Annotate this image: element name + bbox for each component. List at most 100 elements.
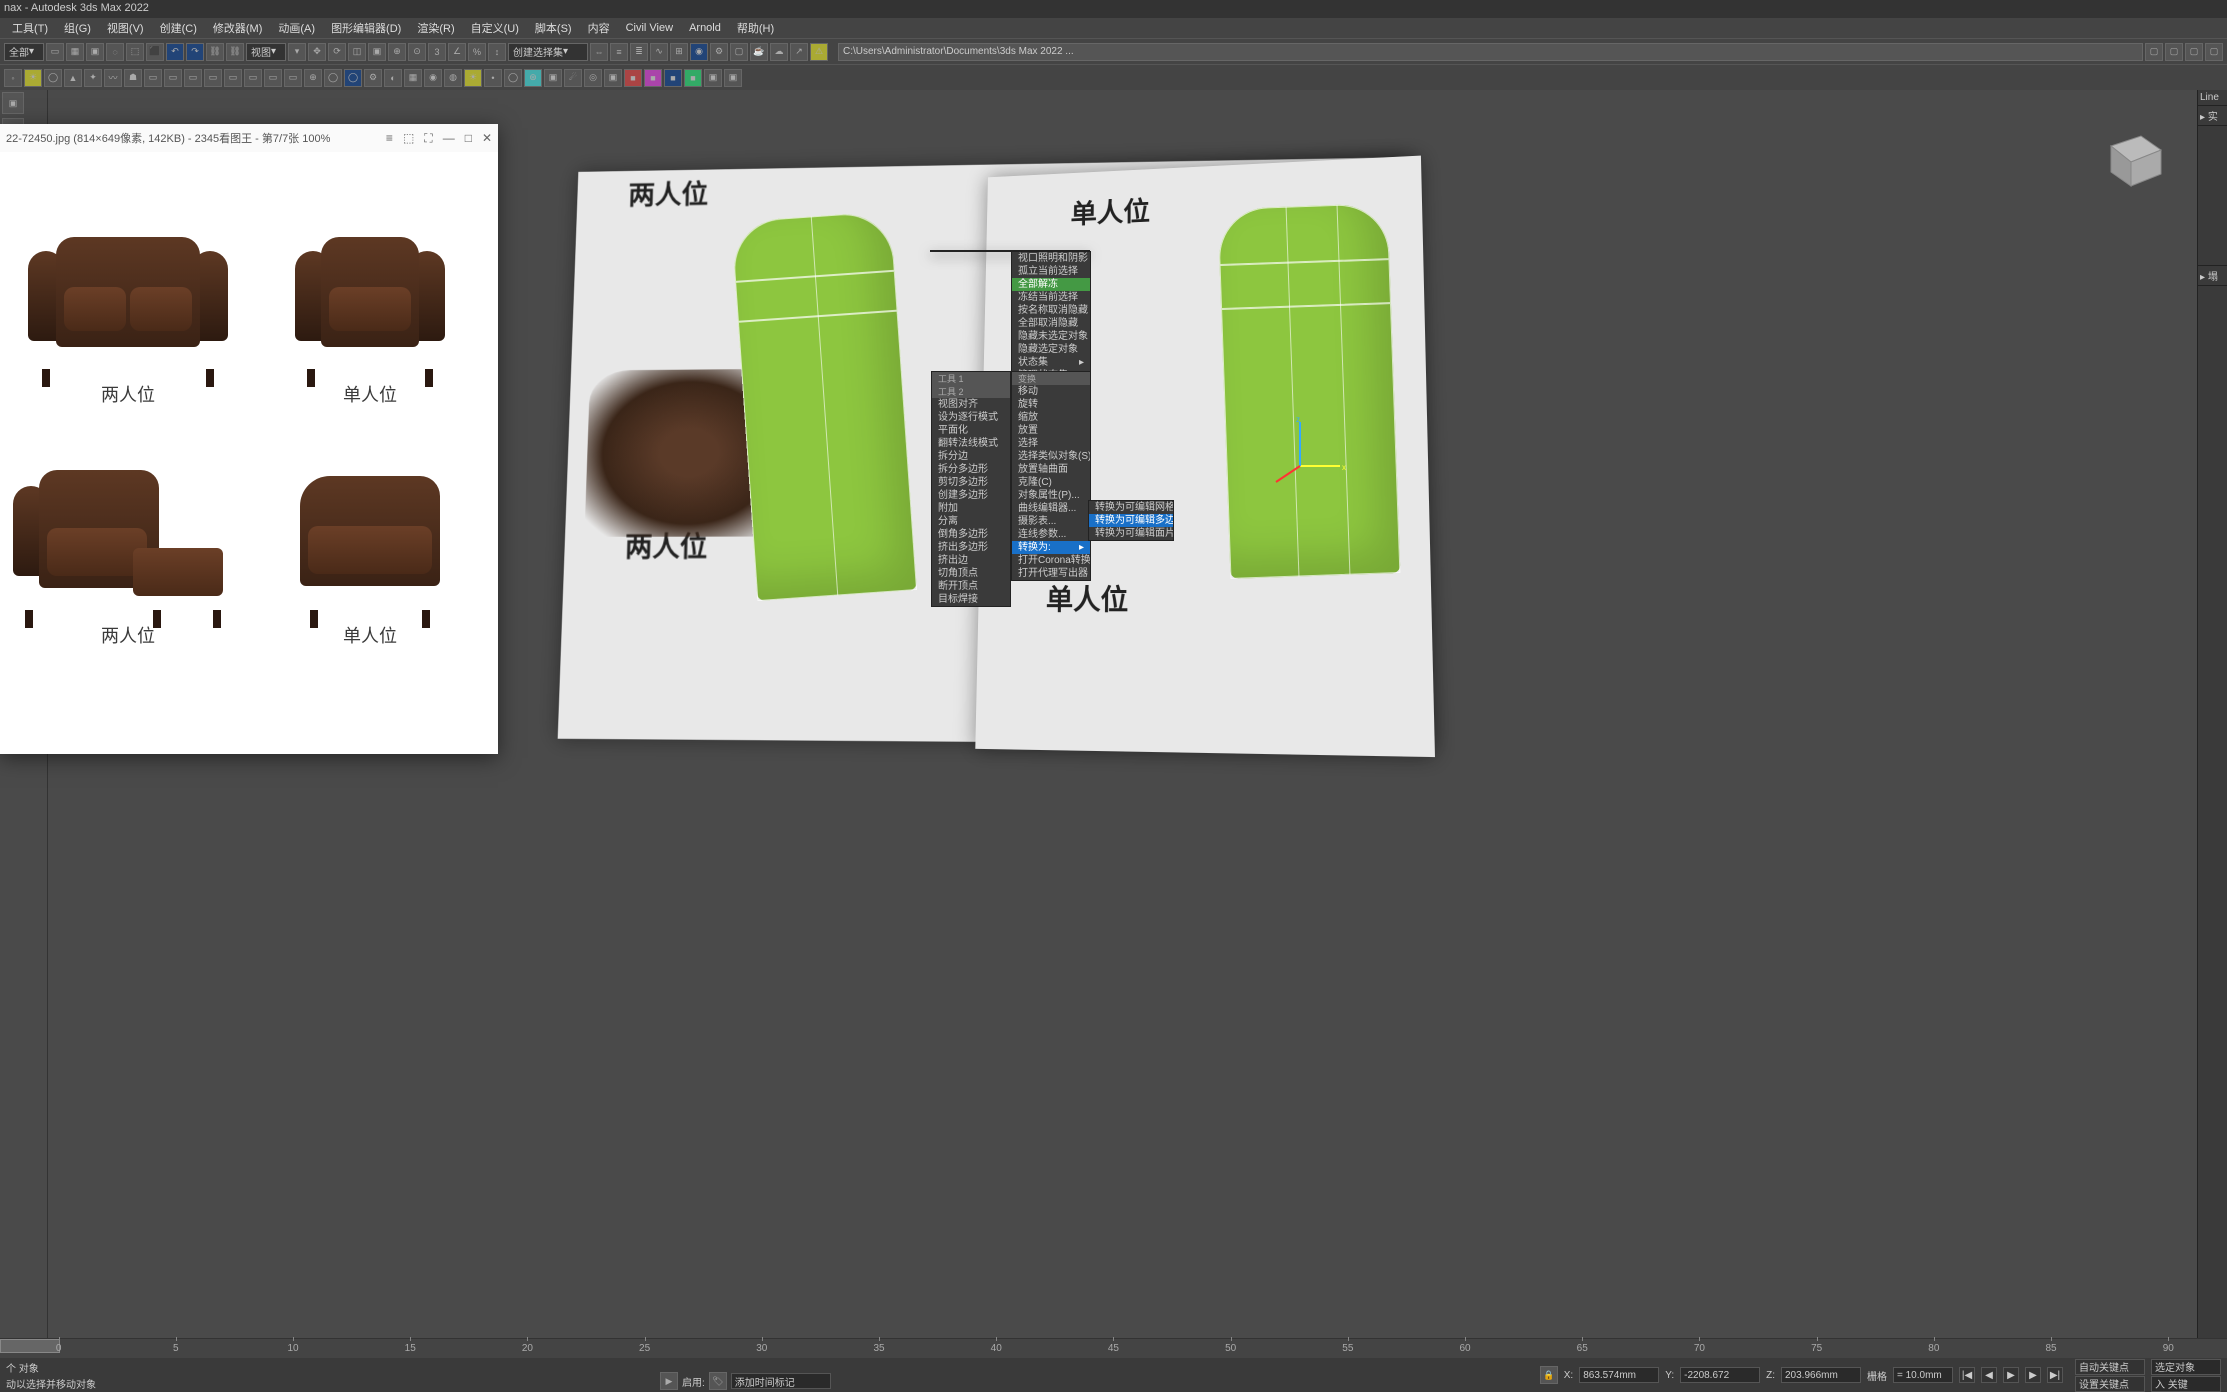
cm-r-3[interactable]: 放置 bbox=[1012, 424, 1090, 437]
t2-i-icon[interactable]: ⊕ bbox=[304, 69, 322, 87]
image-viewer-window[interactable]: 22-72450.jpg (814×649像素, 142KB) - 2345看图… bbox=[0, 124, 498, 754]
viewcube[interactable] bbox=[2091, 116, 2171, 196]
iv-restore-icon[interactable]: ⬚ bbox=[403, 131, 414, 146]
keyfilter-field[interactable]: 入 关键 bbox=[2151, 1376, 2221, 1392]
sm-editpatch[interactable]: 转换为可编辑面片 bbox=[1089, 527, 1173, 540]
selset-dropdown[interactable]: 创建选择集 ▾ bbox=[508, 43, 588, 61]
lock-icon[interactable]: 🔒 bbox=[1540, 1366, 1558, 1384]
menu-animation[interactable]: 动画(A) bbox=[272, 20, 321, 36]
cm-r-8[interactable]: 对象属性(P)... bbox=[1012, 489, 1090, 502]
menu-tools[interactable]: 工具(T) bbox=[6, 20, 54, 36]
named-sel-icon[interactable]: ▾ bbox=[288, 43, 306, 61]
menu-content[interactable]: 内容 bbox=[582, 20, 616, 36]
selobj-field[interactable]: 选定对象 bbox=[2151, 1359, 2221, 1375]
iv-titlebar[interactable]: 22-72450.jpg (814×649像素, 142KB) - 2345看图… bbox=[0, 124, 498, 152]
mirror-icon[interactable]: ⇔ bbox=[590, 43, 608, 61]
menu-view[interactable]: 视图(V) bbox=[101, 20, 150, 36]
poly-model-arm-right[interactable] bbox=[1218, 203, 1401, 579]
cm-unhide-all[interactable]: 全部取消隐藏 bbox=[1012, 317, 1090, 330]
cm-r-10[interactable]: 摄影表... bbox=[1012, 515, 1090, 528]
tick-85[interactable]: 85 bbox=[1992, 1343, 2109, 1354]
transform-gizmo[interactable]: x z bbox=[1270, 416, 1350, 496]
geometry-icon[interactable]: ▲ bbox=[64, 69, 82, 87]
cm-l-10[interactable]: 分离 bbox=[932, 515, 1010, 528]
matlib-icon[interactable]: ◉ bbox=[690, 43, 708, 61]
spinnersnap-icon[interactable]: ↕ bbox=[488, 43, 506, 61]
cm-l-9[interactable]: 附加 bbox=[932, 502, 1010, 515]
t2-e-icon[interactable]: ▭ bbox=[224, 69, 242, 87]
render-fb-icon[interactable]: ▢ bbox=[730, 43, 748, 61]
cm-r-11[interactable]: 连线参数... bbox=[1012, 528, 1090, 541]
percentsnap-icon[interactable]: % bbox=[468, 43, 486, 61]
menu-group[interactable]: 组(G) bbox=[58, 20, 97, 36]
lights-icon[interactable]: ☀ bbox=[24, 69, 42, 87]
iv-maximize-icon[interactable]: □ bbox=[465, 131, 472, 146]
tick-35[interactable]: 35 bbox=[820, 1343, 937, 1354]
goto-start-icon[interactable]: |◀ bbox=[1959, 1367, 1975, 1383]
prev-frame-icon[interactable]: ◀ bbox=[1981, 1367, 1997, 1383]
lasso-icon[interactable]: ◌ bbox=[106, 43, 124, 61]
rotate-icon[interactable]: ⟳ bbox=[328, 43, 346, 61]
cm-l-5[interactable]: 拆分多边形 bbox=[932, 463, 1010, 476]
coord-z-field[interactable]: 203.966mm bbox=[1781, 1367, 1861, 1383]
warn-icon[interactable]: ⚠ bbox=[810, 43, 828, 61]
align-icon[interactable]: ≡ bbox=[610, 43, 628, 61]
t2-f-icon[interactable]: ▭ bbox=[244, 69, 262, 87]
t2-m-icon[interactable]: ◐ bbox=[384, 69, 402, 87]
t2-s-icon[interactable]: ▣ bbox=[704, 69, 722, 87]
cm-unhide-name[interactable]: 按名称取消隐藏 bbox=[1012, 304, 1090, 317]
tick-55[interactable]: 55 bbox=[1289, 1343, 1406, 1354]
cm-l-16[interactable]: 目标焊接 bbox=[932, 593, 1010, 606]
window-icon[interactable]: ▣ bbox=[86, 43, 104, 61]
tick-0[interactable]: 0 bbox=[0, 1343, 117, 1354]
cm-l-15[interactable]: 断开顶点 bbox=[932, 580, 1010, 593]
tick-10[interactable]: 10 bbox=[234, 1343, 351, 1354]
t2-d-icon[interactable]: ▭ bbox=[204, 69, 222, 87]
tick-70[interactable]: 70 bbox=[1641, 1343, 1758, 1354]
poly-model-arm-left[interactable] bbox=[731, 211, 917, 601]
helper-icon[interactable]: ✦ bbox=[84, 69, 102, 87]
anglesnap-icon[interactable]: ∠ bbox=[448, 43, 466, 61]
cm-r-7[interactable]: 克隆(C) bbox=[1012, 476, 1090, 489]
schematic-icon[interactable]: ⊞ bbox=[670, 43, 688, 61]
globe-icon[interactable]: ⊛ bbox=[524, 69, 542, 87]
menu-grapheditor[interactable]: 图形编辑器(D) bbox=[325, 20, 407, 36]
tick-90[interactable]: 90 bbox=[2110, 1343, 2227, 1354]
t2-h-icon[interactable]: ▭ bbox=[284, 69, 302, 87]
menu-create[interactable]: 创建(C) bbox=[154, 20, 203, 36]
cm-viewport-light[interactable]: 视口照明和阴影 bbox=[1012, 252, 1090, 265]
refcoord-icon[interactable]: ⊕ bbox=[388, 43, 406, 61]
iv-fullscreen-icon[interactable]: ⛶ bbox=[424, 131, 432, 146]
t2-b-icon[interactable]: ▭ bbox=[164, 69, 182, 87]
cam-icon[interactable]: ▣ bbox=[544, 69, 562, 87]
t2-j-icon[interactable]: ◯ bbox=[324, 69, 342, 87]
t2-g-icon[interactable]: ▭ bbox=[264, 69, 282, 87]
cm-l-2[interactable]: 平面化 bbox=[932, 424, 1010, 437]
tick-15[interactable]: 15 bbox=[352, 1343, 469, 1354]
dot-icon[interactable]: • bbox=[484, 69, 502, 87]
tick-25[interactable]: 25 bbox=[586, 1343, 703, 1354]
cm-r-4[interactable]: 选择 bbox=[1012, 437, 1090, 450]
t2-purp-icon[interactable]: ■ bbox=[644, 69, 662, 87]
coord-y-field[interactable]: -2208.672 bbox=[1680, 1367, 1760, 1383]
tick-80[interactable]: 80 bbox=[1875, 1343, 1992, 1354]
cm-r-9[interactable]: 曲线编辑器... bbox=[1012, 502, 1090, 515]
maxscript-icon[interactable]: ▶ bbox=[660, 1372, 678, 1390]
menu-civilview[interactable]: Civil View bbox=[620, 22, 679, 34]
iv-menu-icon[interactable]: ≡ bbox=[386, 131, 393, 146]
cm-unfreeze-all[interactable]: 全部解冻 bbox=[1012, 278, 1090, 291]
cm-r-1[interactable]: 旋转 bbox=[1012, 398, 1090, 411]
tick-20[interactable]: 20 bbox=[469, 1343, 586, 1354]
cm-l-1[interactable]: 设为逐行模式 bbox=[932, 411, 1010, 424]
panel-sec1[interactable]: ▸ 实 bbox=[2198, 106, 2227, 126]
cm-isolate[interactable]: 孤立当前选择 bbox=[1012, 265, 1090, 278]
spacew-icon[interactable]: 〰 bbox=[104, 69, 122, 87]
iv-close-icon[interactable]: ✕ bbox=[482, 131, 492, 146]
redo-icon[interactable]: ↷ bbox=[186, 43, 204, 61]
cm-r-6[interactable]: 放置轴曲面 bbox=[1012, 463, 1090, 476]
share-icon[interactable]: ↗ bbox=[790, 43, 808, 61]
cm-r-5[interactable]: 选择类似对象(S) bbox=[1012, 450, 1090, 463]
t2-k-icon[interactable]: ◯ bbox=[344, 69, 362, 87]
tick-5[interactable]: 5 bbox=[117, 1343, 234, 1354]
coord-x-field[interactable]: 863.574mm bbox=[1579, 1367, 1659, 1383]
